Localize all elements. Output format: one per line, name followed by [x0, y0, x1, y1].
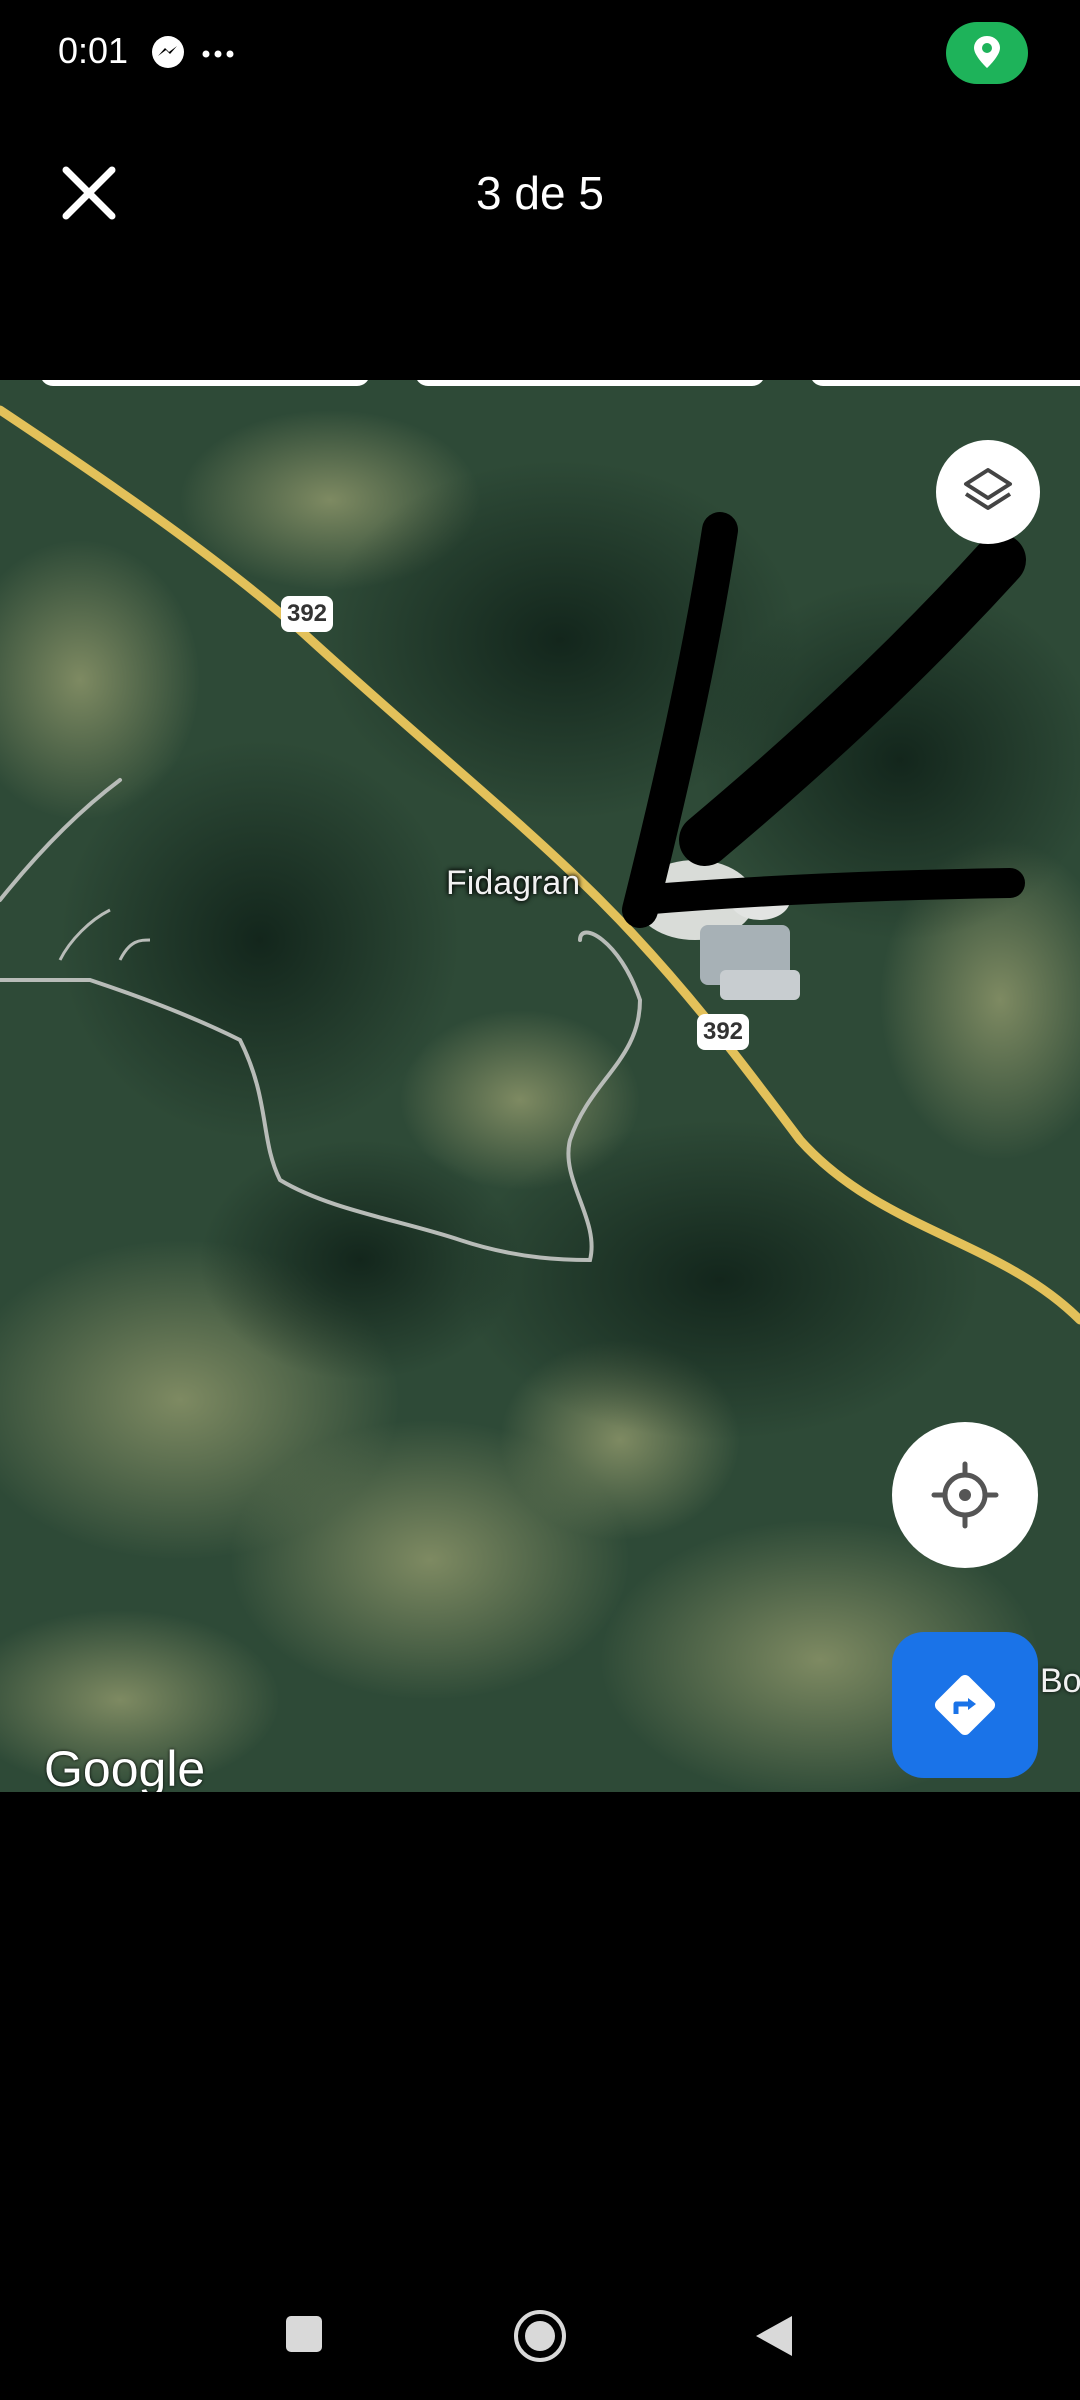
layers-icon [964, 468, 1012, 510]
map-edge-label: Bo [1040, 1662, 1080, 1700]
status-bar: 0:01 [0, 0, 1080, 110]
satellite-map [0, 380, 1080, 1792]
directions-button[interactable] [892, 1632, 1038, 1778]
status-time: 0:01 [58, 30, 129, 71]
back-icon[interactable] [752, 2312, 796, 2360]
layers-button[interactable] [936, 440, 1040, 544]
google-logo: Google [44, 1741, 206, 1792]
map-screenshot-image[interactable]: 392 392 Fidagran Bo Google [0, 380, 1080, 1792]
system-nav-bar [0, 2290, 1080, 2400]
directions-icon [934, 1674, 996, 1736]
recents-icon[interactable] [284, 2314, 324, 2354]
my-location-button[interactable] [892, 1422, 1038, 1568]
my-location-icon [931, 1461, 999, 1529]
image-counter: 3 de 5 [0, 166, 1080, 220]
more-icon [202, 50, 234, 58]
place-label: Fidagran [446, 864, 581, 902]
messenger-icon [152, 36, 184, 68]
viewer-header: 3 de 5 [0, 110, 1080, 270]
route-shield-lower: 392 [697, 1014, 749, 1050]
location-icon [974, 36, 1000, 68]
route-shield-upper: 392 [281, 596, 333, 632]
home-icon[interactable] [512, 2308, 568, 2364]
image-counter-text: 3 de 5 [476, 167, 604, 219]
location-indicator [946, 22, 1028, 84]
